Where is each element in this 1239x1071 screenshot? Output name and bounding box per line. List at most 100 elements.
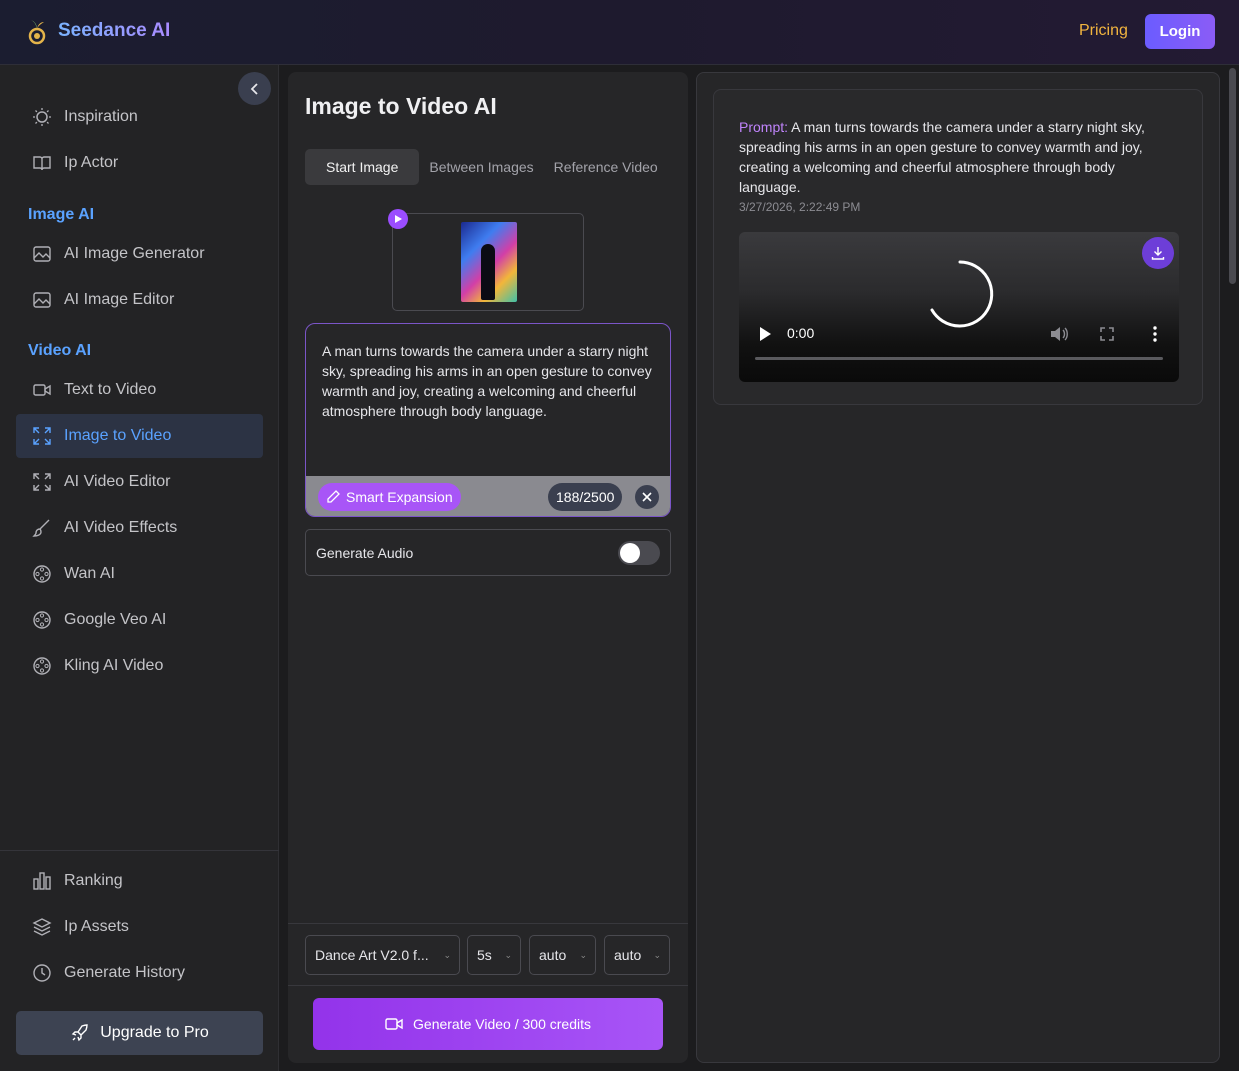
- prompt-text[interactable]: A man turns towards the camera under a s…: [322, 341, 658, 421]
- chevron-left-icon: [250, 82, 258, 95]
- sidebar-item-ai-image-generator[interactable]: AI Image Generator: [16, 232, 263, 276]
- start-image-thumbnail: [461, 222, 517, 302]
- result-prompt: Prompt: A man turns towards the camera u…: [739, 117, 1179, 197]
- sidebar-item-image-to-video[interactable]: Image to Video: [16, 414, 263, 458]
- duration-select-value: 5s: [477, 947, 492, 963]
- sidebar-item-label: Ranking: [64, 872, 123, 889]
- section-title-video-ai: Video AI: [28, 342, 92, 359]
- sidebar-item-ai-video-effects[interactable]: AI Video Effects: [16, 506, 263, 550]
- aspect-ratio-select[interactable]: auto ⌄: [529, 935, 596, 975]
- lightbulb-icon: [33, 108, 51, 126]
- chevron-down-icon: ⌄: [443, 950, 451, 960]
- sidebar-item-kling-ai-video[interactable]: Kling AI Video: [16, 644, 263, 688]
- loading-spinner-icon: [930, 260, 994, 328]
- download-icon: [1151, 247, 1165, 260]
- tab-start-image[interactable]: Start Image: [305, 149, 420, 185]
- image-icon: [33, 292, 51, 308]
- resolution-select-value: auto: [614, 947, 642, 963]
- video-player[interactable]: 0:00: [739, 232, 1179, 382]
- sidebar-item-label: AI Image Editor: [64, 291, 175, 308]
- results-panel: Prompt: A man turns towards the camera u…: [696, 72, 1220, 1063]
- sidebar-item-label: Ip Actor: [64, 154, 119, 171]
- sidebar-item-inspiration[interactable]: Inspiration: [16, 95, 263, 139]
- result-prompt-text: A man turns towards the camera under a s…: [739, 119, 1145, 195]
- image-icon: [33, 246, 51, 262]
- sidebar-divider: [0, 850, 279, 851]
- more-options-icon[interactable]: [1152, 326, 1158, 342]
- book-icon: [33, 156, 51, 171]
- page-scrollbar[interactable]: [1229, 68, 1236, 284]
- sidebar-item-ai-video-editor[interactable]: AI Video Editor: [16, 460, 263, 504]
- sidebar-item-label: Wan AI: [64, 565, 115, 582]
- model-select[interactable]: Dance Art V2.0 f... ⌄: [305, 935, 460, 975]
- sidebar-item-google-veo-ai[interactable]: Google Veo AI: [16, 598, 263, 642]
- sidebar-item-ai-image-editor[interactable]: AI Image Editor: [16, 278, 263, 322]
- video-progress-bar[interactable]: [755, 357, 1163, 360]
- bar-chart-icon: [33, 872, 51, 890]
- sidebar-item-wan-ai[interactable]: Wan AI: [16, 552, 263, 596]
- download-button[interactable]: [1142, 237, 1174, 269]
- pricing-link[interactable]: Pricing: [1079, 22, 1128, 40]
- aspect-ratio-select-value: auto: [539, 947, 567, 963]
- prompt-textarea[interactable]: A man turns towards the camera under a s…: [305, 323, 671, 517]
- chevron-down-icon: ⌄: [579, 950, 587, 960]
- generate-audio-label: Generate Audio: [316, 545, 414, 561]
- sidebar-item-label: Kling AI Video: [64, 657, 164, 674]
- seedance-logo-icon: [28, 20, 46, 45]
- char-counter: 188/2500: [548, 483, 623, 511]
- sidebar-item-text-to-video[interactable]: Text to Video: [16, 368, 263, 412]
- result-card: Prompt: A man turns towards the camera u…: [713, 89, 1203, 405]
- fullscreen-icon[interactable]: [1100, 327, 1114, 341]
- smart-expansion-button[interactable]: Smart Expansion: [318, 483, 461, 511]
- generate-audio-toggle[interactable]: [618, 541, 660, 565]
- clock-icon: [33, 964, 51, 982]
- login-button[interactable]: Login: [1145, 14, 1215, 49]
- upgrade-label: Upgrade to Pro: [100, 1024, 209, 1041]
- sidebar-item-label: Ip Assets: [64, 918, 129, 935]
- brush-icon: [32, 519, 50, 537]
- play-icon[interactable]: [759, 327, 771, 341]
- sidebar-item-ip-actor[interactable]: Ip Actor: [16, 141, 263, 185]
- sidebar-item-label: Generate History: [64, 964, 185, 981]
- sidebar-item-ranking[interactable]: Ranking: [16, 859, 263, 903]
- film-reel-icon: [33, 657, 51, 675]
- video-camera-icon: [33, 384, 51, 396]
- rocket-icon: [71, 1024, 88, 1042]
- sidebar-item-label: Inspiration: [64, 108, 138, 125]
- film-reel-icon: [33, 611, 51, 629]
- brand-name: Seedance AI: [58, 20, 171, 41]
- layers-icon: [32, 918, 52, 936]
- silhouette: [481, 244, 495, 300]
- page-title: Image to Video AI: [305, 93, 497, 119]
- generate-video-label: Generate Video / 300 credits: [413, 1016, 591, 1032]
- sidebar: Inspiration Ip Actor Image AI AI Image G…: [0, 65, 279, 1071]
- video-time: 0:00: [787, 325, 815, 341]
- generate-video-button[interactable]: Generate Video / 300 credits: [313, 998, 663, 1050]
- section-title-image-ai: Image AI: [28, 206, 95, 223]
- expand-icon: [33, 473, 51, 491]
- toggle-knob: [620, 543, 640, 563]
- sidebar-item-label: Image to Video: [64, 427, 172, 444]
- divider: [288, 985, 688, 986]
- smart-expansion-label: Smart Expansion: [346, 489, 453, 505]
- sidebar-item-label: AI Video Effects: [64, 519, 178, 536]
- sidebar-item-label: Google Veo AI: [64, 611, 167, 628]
- top-header: Seedance AI Pricing Login: [0, 0, 1239, 65]
- play-badge[interactable]: [388, 209, 408, 229]
- tab-between-images[interactable]: Between Images: [419, 149, 543, 185]
- clear-prompt-button[interactable]: [635, 485, 659, 509]
- film-reel-icon: [33, 565, 51, 583]
- resolution-select[interactable]: auto ⌄: [604, 935, 670, 975]
- sidebar-item-label: AI Image Generator: [64, 245, 205, 262]
- volume-icon[interactable]: [1050, 326, 1068, 342]
- generation-panel: Image to Video AI Start Image Between Im…: [288, 72, 688, 1063]
- upgrade-to-pro-button[interactable]: Upgrade to Pro: [16, 1011, 263, 1055]
- brand-logo[interactable]: Seedance AI: [26, 16, 170, 46]
- duration-select[interactable]: 5s ⌄: [467, 935, 521, 975]
- tab-reference-video[interactable]: Reference Video: [544, 149, 668, 185]
- sidebar-item-ip-assets[interactable]: Ip Assets: [16, 905, 263, 949]
- close-icon: [642, 492, 652, 502]
- sidebar-item-generate-history[interactable]: Generate History: [16, 951, 263, 995]
- chevron-down-icon: ⌄: [504, 950, 512, 960]
- start-image-upload[interactable]: [388, 209, 584, 311]
